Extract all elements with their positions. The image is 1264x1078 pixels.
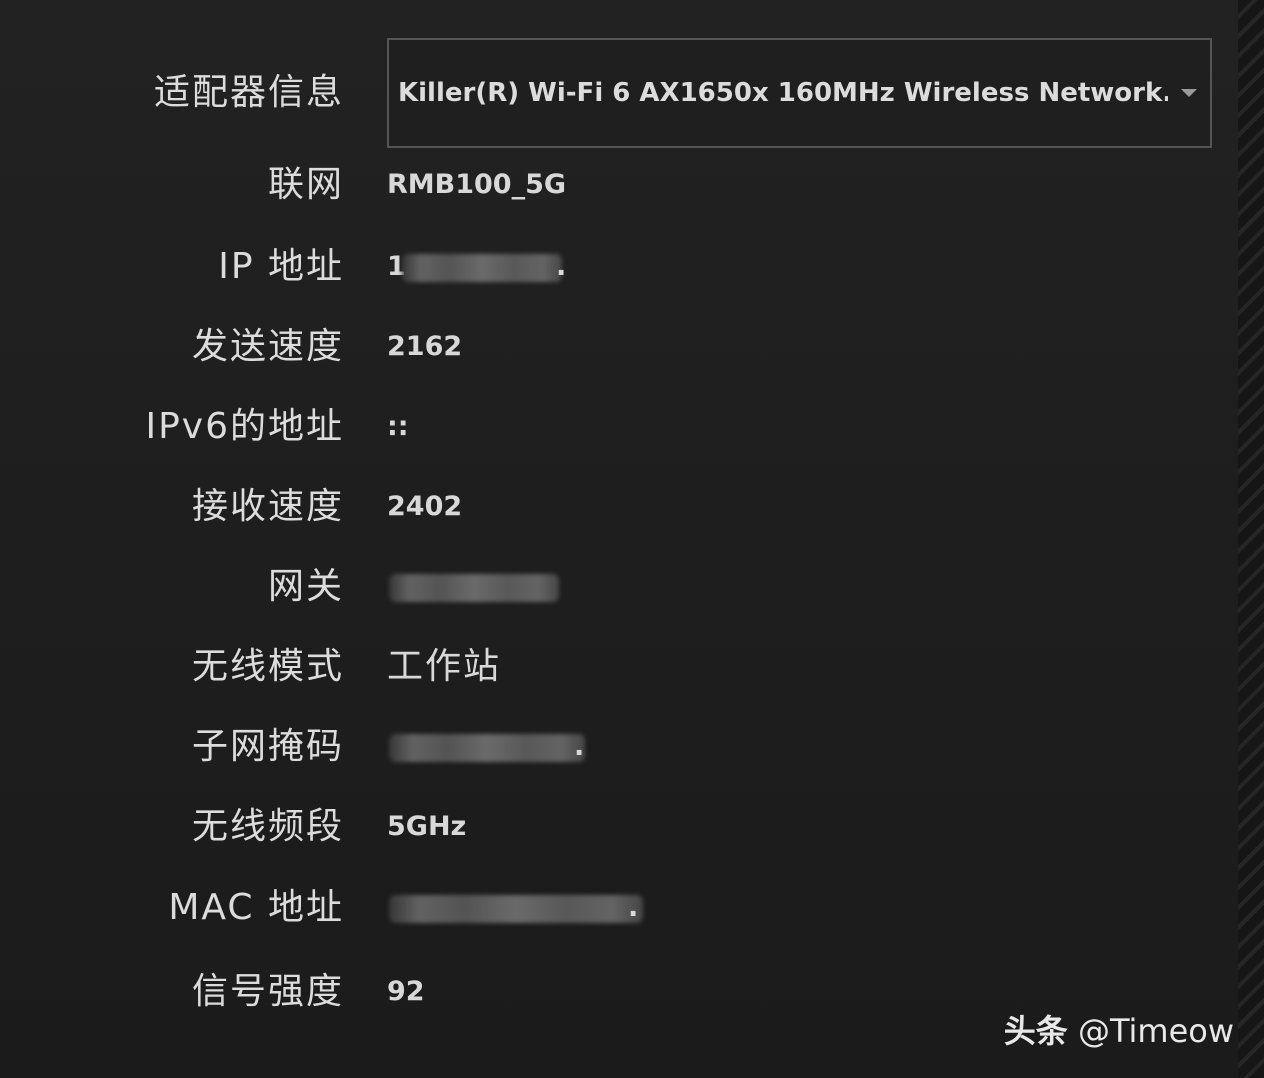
watermark-brand: 头条: [1003, 1012, 1068, 1050]
send-speed-value: 2162: [387, 331, 463, 362]
signal-label: 信号强度: [191, 971, 344, 1012]
signal-value: 92: [387, 976, 425, 1007]
ipv6-row: IPv6的地址 ::: [0, 397, 1240, 457]
band-value: 5GHz: [387, 811, 467, 842]
caret-down-icon[interactable]: [1181, 89, 1197, 97]
network-value: RMB100_5G: [387, 169, 567, 200]
ipv6-value: ::: [387, 411, 409, 442]
network-label: 联网: [267, 164, 344, 205]
recv-speed-label: 接收速度: [191, 486, 344, 527]
ip-row: IP 地址 1 .: [0, 237, 1240, 297]
wireless-mode-row: 无线模式 工作站: [0, 637, 1240, 697]
mac-redacted-blur: [389, 895, 643, 923]
mac-row: MAC 地址 .: [0, 878, 1240, 938]
ip-redacted-blur: [402, 254, 562, 282]
edge-decoration: [1238, 0, 1264, 1078]
subnet-row: 子网掩码 .: [0, 717, 1240, 777]
wireless-mode-label: 无线模式: [191, 646, 344, 687]
gateway-row: 网关: [0, 557, 1240, 617]
send-speed-label: 发送速度: [191, 326, 344, 367]
band-row: 无线频段 5GHz: [0, 797, 1240, 857]
mac-label: MAC 地址: [168, 887, 344, 928]
adapter-label: 适配器信息: [153, 72, 344, 113]
wireless-mode-value: 工作站: [387, 646, 502, 687]
watermark: 头条 @Timeow: [1004, 1006, 1234, 1052]
ip-label: IP 地址: [218, 246, 344, 287]
watermark-handle: @Timeow: [1077, 1012, 1234, 1050]
subnet-value-tail: .: [574, 731, 585, 762]
mac-value-tail: .: [628, 892, 639, 923]
subnet-redacted-blur: [389, 734, 585, 762]
send-speed-row: 发送速度 2162: [0, 317, 1240, 377]
ip-value-tail: .: [556, 251, 567, 282]
band-label: 无线频段: [191, 806, 344, 847]
subnet-label: 子网掩码: [191, 726, 344, 767]
adapter-dropdown[interactable]: Killer(R) Wi-Fi 6 AX1650x 160MHz Wireles…: [387, 38, 1212, 148]
recv-speed-value: 2402: [387, 491, 463, 522]
network-row: 联网 RMB100_5G: [0, 155, 1240, 215]
gateway-redacted-blur: [389, 574, 559, 602]
recv-speed-row: 接收速度 2402: [0, 477, 1240, 537]
gateway-label: 网关: [267, 566, 344, 607]
ipv6-label: IPv6的地址: [145, 406, 344, 447]
adapter-selected-value: Killer(R) Wi-Fi 6 AX1650x 160MHz Wireles…: [398, 78, 1168, 108]
